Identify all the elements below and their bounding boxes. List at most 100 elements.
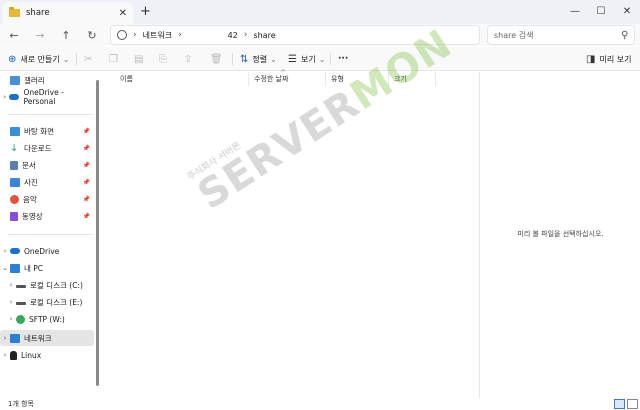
sidebar-item-sftp[interactable]: › SFTP (W:) bbox=[0, 311, 94, 327]
sidebar-item-label: OneDrive - Personal bbox=[23, 88, 64, 106]
sidebar-item-network[interactable]: › 네트워크 bbox=[0, 330, 94, 346]
tab-title: share bbox=[26, 8, 50, 18]
sidebar-item-onedrive[interactable]: › OneDrive bbox=[0, 243, 94, 259]
preview-pane-button[interactable]: ◨ 미리 보기 bbox=[586, 50, 631, 68]
back-button[interactable]: ← bbox=[4, 26, 24, 44]
more-options-button[interactable]: ··· bbox=[338, 50, 348, 68]
toolbar-divider bbox=[76, 53, 77, 65]
paste-icon: ▤ bbox=[134, 53, 144, 65]
new-button[interactable]: ⊕ 새로 만들기 ⌄ bbox=[8, 50, 69, 68]
item-count: 1개 항목 bbox=[8, 400, 34, 408]
sidebar-item-onedrive-personal[interactable]: › OneDrive - Personal bbox=[0, 88, 94, 106]
chevron-down-icon[interactable]: ⌄ bbox=[0, 264, 10, 272]
sidebar-item-videos[interactable]: 동영상 📌 bbox=[0, 208, 94, 224]
search-input[interactable] bbox=[494, 30, 621, 40]
tab-close-icon[interactable]: ✕ bbox=[119, 8, 127, 19]
sidebar-item-label: 내 PC bbox=[24, 263, 44, 273]
rename-icon: ⎘ bbox=[159, 53, 167, 65]
view-button[interactable]: ☰ 보기 ⌄ bbox=[288, 50, 325, 68]
breadcrumb-host[interactable]: 42 bbox=[228, 31, 238, 40]
breadcrumb-share[interactable]: share bbox=[253, 31, 275, 40]
tiles-view-button[interactable] bbox=[627, 399, 638, 409]
navigation-bar: ← → ↑ ↻ › 네트워크 › 42 › share ⚲ bbox=[0, 24, 640, 46]
sidebar-item-drive-c[interactable]: › 로컬 디스크 (C:) bbox=[0, 277, 94, 293]
up-arrow-icon: ↑ bbox=[61, 28, 71, 42]
tab-share[interactable]: share ✕ bbox=[3, 2, 133, 24]
new-tab-button[interactable]: + bbox=[140, 4, 151, 19]
preview-message: 미리 볼 파일을 선택하십시오. bbox=[517, 230, 604, 238]
rename-button[interactable]: ⎘ bbox=[159, 50, 171, 68]
column-header-size[interactable]: 크기 bbox=[390, 72, 436, 86]
chevron-right-icon[interactable]: › bbox=[0, 334, 10, 342]
refresh-icon: ↻ bbox=[87, 28, 97, 42]
sidebar-item-label: 문서 bbox=[22, 160, 36, 170]
sidebar-divider bbox=[8, 114, 92, 115]
maximize-icon: ☐ bbox=[596, 5, 606, 17]
maximize-button[interactable]: ☐ bbox=[588, 0, 614, 22]
column-header-date-modified[interactable]: 수정한 날짜 bbox=[250, 72, 326, 86]
view-list-icon: ☰ bbox=[288, 53, 297, 65]
cut-button[interactable]: ✂ bbox=[84, 50, 96, 68]
chevron-down-icon: ⌄ bbox=[318, 54, 326, 64]
chevron-right-icon[interactable]: › bbox=[0, 93, 9, 101]
folder-icon bbox=[9, 7, 20, 17]
chevron-right-icon[interactable]: › bbox=[6, 281, 16, 289]
minimize-icon: — bbox=[570, 5, 580, 17]
sidebar-item-label: 음악 bbox=[23, 194, 37, 204]
share-button[interactable]: ⇪ bbox=[184, 50, 196, 68]
sidebar-item-label: 네트워크 bbox=[24, 333, 52, 343]
sidebar-item-label: 사진 bbox=[24, 177, 38, 187]
scissors-icon: ✂ bbox=[84, 53, 93, 65]
sidebar-item-label: 동영상 bbox=[22, 211, 43, 221]
sidebar-item-label: 로컬 디스크 (C:) bbox=[30, 280, 83, 290]
command-bar: ⊕ 새로 만들기 ⌄ ✂ ❐ ▤ ⎘ ⇪ 🗑 ⇅ 정렬 ⌄ ☰ 보기 ⌄ ···… bbox=[0, 47, 640, 71]
details-view-button[interactable] bbox=[614, 399, 625, 409]
pin-icon: 📌 bbox=[82, 195, 90, 203]
sidebar-item-pictures[interactable]: 사진 📌 bbox=[0, 174, 94, 190]
sidebar-item-desktop[interactable]: 바탕 화면 📌 bbox=[0, 123, 94, 139]
preview-pane-icon: ◨ bbox=[586, 53, 596, 65]
paste-button[interactable]: ▤ bbox=[134, 50, 147, 68]
sidebar-scrollbar[interactable] bbox=[96, 80, 99, 386]
back-arrow-icon: ← bbox=[9, 28, 19, 42]
chevron-right-icon: › bbox=[178, 30, 182, 40]
chevron-right-icon[interactable]: › bbox=[6, 315, 16, 323]
search-box[interactable]: ⚲ bbox=[487, 25, 635, 45]
drive-icon bbox=[16, 284, 26, 288]
delete-button[interactable]: 🗑 bbox=[210, 50, 227, 68]
chevron-right-icon[interactable]: › bbox=[0, 247, 10, 255]
column-header-name[interactable]: 이름 bbox=[116, 72, 249, 86]
chevron-right-icon: › bbox=[133, 30, 137, 40]
chevron-right-icon: › bbox=[243, 30, 248, 40]
sort-button[interactable]: ⇅ 정렬 ⌄ bbox=[240, 50, 277, 68]
cloud-icon bbox=[10, 248, 20, 254]
sidebar-item-linux[interactable]: › Linux bbox=[0, 347, 94, 363]
chevron-right-icon[interactable]: › bbox=[6, 298, 16, 306]
breadcrumb-network[interactable]: 네트워크 bbox=[143, 30, 172, 41]
chevron-right-icon[interactable]: › bbox=[0, 351, 10, 359]
sidebar-item-gallery[interactable]: 갤러리 bbox=[0, 72, 94, 88]
close-window-button[interactable]: ✕ bbox=[614, 0, 640, 22]
linux-icon bbox=[10, 350, 17, 360]
refresh-button[interactable]: ↻ bbox=[82, 26, 102, 44]
cloud-icon bbox=[9, 94, 20, 100]
sidebar-item-documents[interactable]: 문서 📌 bbox=[0, 157, 94, 173]
sidebar-item-label: 로컬 디스크 (E:) bbox=[30, 297, 83, 307]
minimize-button[interactable]: — bbox=[562, 0, 588, 22]
sidebar-item-drive-e[interactable]: › 로컬 디스크 (E:) bbox=[0, 294, 94, 310]
up-button[interactable]: ↑ bbox=[56, 26, 76, 44]
column-header-type[interactable]: 유형 bbox=[327, 72, 389, 86]
pin-icon: 📌 bbox=[82, 161, 90, 169]
sidebar-item-this-pc[interactable]: ⌄ 내 PC bbox=[0, 260, 94, 276]
sidebar-item-music[interactable]: 음악 📌 bbox=[0, 191, 94, 207]
sidebar-item-downloads[interactable]: ↓ 다운로드 📌 bbox=[0, 140, 94, 156]
copy-button[interactable]: ❐ bbox=[109, 50, 122, 68]
sort-icon: ⇅ bbox=[240, 53, 249, 65]
toolbar-divider bbox=[330, 53, 331, 65]
desktop-icon bbox=[10, 126, 20, 136]
new-button-label: 새로 만들기 bbox=[20, 54, 60, 64]
sidebar-item-label: 바탕 화면 bbox=[24, 126, 54, 136]
forward-button[interactable]: → bbox=[30, 26, 50, 44]
address-bar[interactable]: › 네트워크 › 42 › share bbox=[110, 25, 480, 45]
network-drive-icon bbox=[16, 314, 25, 324]
